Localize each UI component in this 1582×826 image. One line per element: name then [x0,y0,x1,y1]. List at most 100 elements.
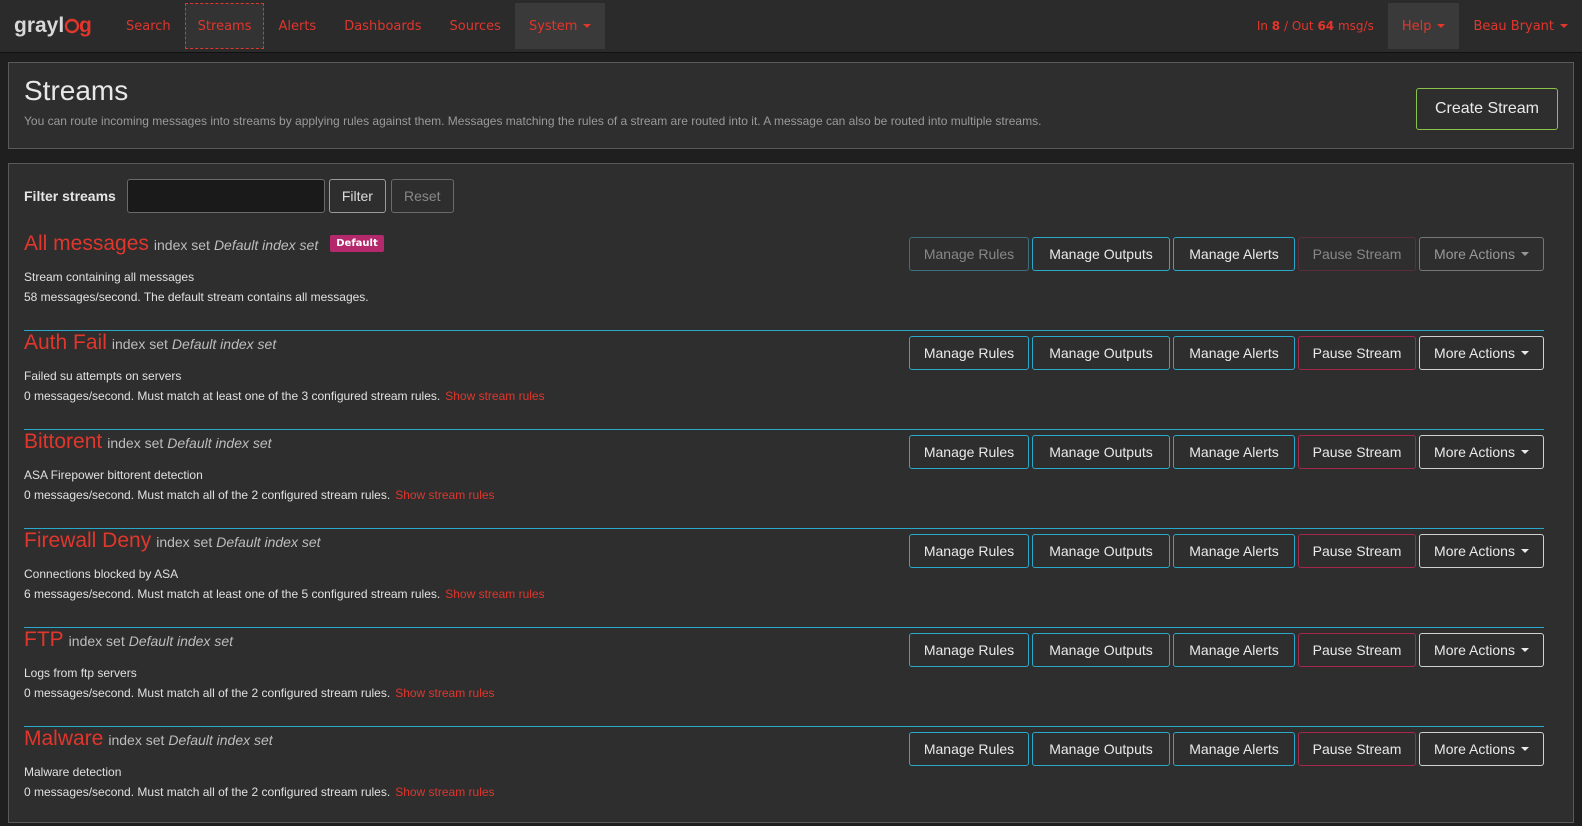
stream-title[interactable]: All messages [24,232,149,256]
throughput-separator: / [1283,19,1289,33]
show-stream-rules-link[interactable]: Show stream rules [395,785,494,799]
index-set-name: Default index set [128,633,234,649]
throughput-in-label: In [1256,19,1268,33]
stream-title[interactable]: Auth Fail [24,331,107,355]
manage-outputs-button[interactable]: Manage Outputs [1032,732,1170,766]
stream-header: Bittorent index set Default index set [24,430,272,454]
manage-rules-button[interactable]: Manage Rules [909,633,1029,667]
nav-search[interactable]: Search [112,0,185,52]
stream-description: ASA Firepower bittorent detection [24,468,203,482]
manage-alerts-button[interactable]: Manage Alerts [1173,435,1295,469]
stream-stats: 0 messages/second. Must match all of the… [24,488,495,502]
index-set-label: index set [153,237,210,253]
stream-stats-text: 6 messages/second. Must match at least o… [24,587,441,601]
throughput-indicator[interactable]: In 8 / Out 64 msg/s [1243,0,1388,52]
nav-user-menu[interactable]: Beau Bryant [1459,0,1582,52]
manage-rules-button[interactable]: Manage Rules [909,336,1029,370]
page-title: Streams [24,75,129,106]
show-stream-rules-link[interactable]: Show stream rules [395,686,494,700]
manage-outputs-button[interactable]: Manage Outputs [1032,633,1170,667]
nav-sources[interactable]: Sources [436,0,515,52]
stream-actions: Manage Rules Manage Outputs Manage Alert… [906,732,1544,766]
chevron-down-icon [1437,24,1446,28]
manage-rules-button[interactable]: Manage Rules [909,732,1029,766]
graylog-logo[interactable]: grayl g [0,0,112,52]
stream-header: Malware index set Default index set [24,727,273,751]
stream-title[interactable]: FTP [24,628,64,652]
chevron-down-icon [1520,648,1529,652]
pause-stream-button[interactable]: Pause Stream [1298,534,1416,568]
chevron-down-icon [1560,24,1568,28]
pause-stream-button[interactable]: Pause Stream [1298,435,1416,469]
top-navbar: grayl g Search Streams Alerts Dashboards… [0,0,1582,53]
stream-description: Connections blocked by ASA [24,567,179,581]
page-description: You can route incoming messages into str… [24,114,1042,128]
chevron-down-icon [1520,747,1529,751]
create-stream-button[interactable]: Create Stream [1416,88,1558,130]
index-set-name: Default index set [171,336,277,352]
show-stream-rules-link[interactable]: Show stream rules [395,488,494,502]
chevron-down-icon [1520,450,1529,454]
manage-outputs-button[interactable]: Manage Outputs [1032,237,1170,271]
stream-actions: Manage Rules Manage Outputs Manage Alert… [906,336,1544,370]
pause-stream-button[interactable]: Pause Stream [1298,732,1416,766]
nav-dashboards[interactable]: Dashboards [330,0,435,52]
stream-header: Firewall Deny index set Default index se… [24,529,321,553]
default-badge: Default [330,235,384,252]
more-actions-button[interactable]: More Actions [1419,435,1544,469]
stream-stats-text: 0 messages/second. Must match all of the… [24,488,391,502]
index-set-label: index set [108,732,165,748]
more-actions-button[interactable]: More Actions [1419,633,1544,667]
stream-header: FTP index set Default index set [24,628,233,652]
nav-help[interactable]: Help [1387,3,1460,49]
more-actions-label: More Actions [1434,246,1515,262]
more-actions-button[interactable]: More Actions [1419,732,1544,766]
stream-actions: Manage Rules Manage Outputs Manage Alert… [906,435,1544,469]
nav-help-label: Help [1401,18,1432,34]
nav-alerts[interactable]: Alerts [264,0,330,52]
stream-actions: Manage Rules Manage Outputs Manage Alert… [906,633,1544,667]
more-actions-label: More Actions [1434,345,1515,361]
manage-outputs-button[interactable]: Manage Outputs [1032,435,1170,469]
index-set-name: Default index set [167,435,272,451]
filter-button[interactable]: Filter [328,179,386,213]
throughput-out-label: Out [1291,19,1314,33]
stream-header: Auth Fail index set Default index set [24,331,276,355]
stream-description: Stream containing all messages [24,270,195,284]
stream-row: Malware index set Default index set Malw… [24,727,1544,826]
manage-alerts-button[interactable]: Manage Alerts [1173,237,1295,271]
more-actions-label: More Actions [1434,444,1515,460]
manage-rules-button[interactable]: Manage Rules [909,435,1029,469]
more-actions-button[interactable]: More Actions [1419,534,1544,568]
manage-rules-button[interactable]: Manage Rules [909,534,1029,568]
manage-alerts-button[interactable]: Manage Alerts [1173,633,1295,667]
stream-title[interactable]: Bittorent [24,430,102,454]
stream-title[interactable]: Malware [24,727,103,751]
manage-rules-button[interactable]: Manage Rules [909,237,1029,271]
pause-stream-button[interactable]: Pause Stream [1298,237,1416,271]
stream-stats: 58 messages/second. The default stream c… [24,290,369,304]
reset-button[interactable]: Reset [390,179,454,213]
manage-outputs-button[interactable]: Manage Outputs [1032,336,1170,370]
filter-input[interactable] [126,179,325,213]
pause-stream-button[interactable]: Pause Stream [1298,336,1416,370]
stream-title[interactable]: Firewall Deny [24,529,151,553]
stream-stats: 0 messages/second. Must match at least o… [24,389,545,403]
more-actions-button[interactable]: More Actions [1419,336,1544,370]
manage-alerts-button[interactable]: Manage Alerts [1173,336,1295,370]
nav-streams[interactable]: Streams [184,3,265,49]
manage-alerts-button[interactable]: Manage Alerts [1173,732,1295,766]
nav-system[interactable]: System [514,3,606,49]
manage-outputs-button[interactable]: Manage Outputs [1032,534,1170,568]
manage-alerts-button[interactable]: Manage Alerts [1173,534,1295,568]
pause-stream-button[interactable]: Pause Stream [1298,633,1416,667]
index-set-label: index set [68,633,125,649]
show-stream-rules-link[interactable]: Show stream rules [445,389,544,403]
page-header: Streams You can route incoming messages … [8,62,1574,149]
index-set-label: index set [107,435,164,451]
show-stream-rules-link[interactable]: Show stream rules [445,587,544,601]
index-set-name: Default index set [213,237,319,253]
chevron-down-icon [1520,351,1529,355]
more-actions-button[interactable]: More Actions [1419,237,1544,271]
